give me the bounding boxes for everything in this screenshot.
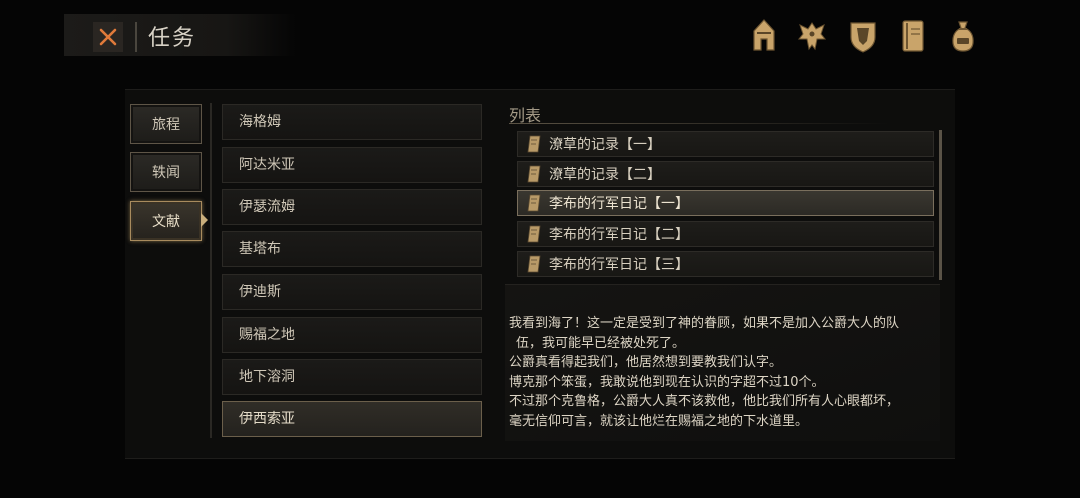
- region-item[interactable]: 伊瑟流姆: [222, 189, 482, 225]
- scroll-icon: [527, 255, 541, 273]
- document-item[interactable]: 李布的行军日记【三】: [517, 251, 934, 277]
- pouch-icon[interactable]: [948, 17, 978, 55]
- close-button[interactable]: [92, 21, 124, 53]
- text-line: 伍，我可能早已经被处死了。: [516, 335, 686, 351]
- page-title: 任务: [148, 26, 197, 51]
- document-label: 李布的行军日记【二】: [549, 227, 689, 243]
- document-body-text: 我看到海了！这一定是受到了神的眷顾，如果不是加入公爵大人的队 伍，我可能早已经被…: [509, 314, 939, 431]
- document-item[interactable]: 李布的行军日记【二】: [517, 221, 934, 247]
- tab-label: 旅程: [152, 117, 180, 133]
- text-line: 不过那个克鲁格，公爵大人真不该救他，他比我们所有人心眼都坏，: [509, 394, 900, 409]
- close-x-icon: [93, 22, 123, 52]
- active-tab-pointer: [201, 213, 208, 227]
- scroll-icon: [527, 194, 541, 212]
- document-item[interactable]: 潦草的记录【二】: [517, 161, 934, 187]
- text-line: 公爵真看得起我们，他居然想到要教我们认字。: [509, 355, 783, 370]
- region-item[interactable]: 海格姆: [222, 104, 482, 140]
- region-item-selected[interactable]: 伊西索亚: [222, 401, 482, 437]
- region-item[interactable]: 阿达米亚: [222, 147, 482, 183]
- region-item[interactable]: 地下溶洞: [222, 359, 482, 395]
- scroll-icon: [527, 225, 541, 243]
- region-item[interactable]: 赐福之地: [222, 317, 482, 353]
- header-divider: [135, 22, 137, 52]
- region-item[interactable]: 基塔布: [222, 231, 482, 267]
- document-list-scrollbar[interactable]: [939, 130, 942, 280]
- tab-anecdotes[interactable]: 轶闻: [130, 152, 202, 192]
- scroll-icon: [527, 165, 541, 183]
- text-line: 毫无信仰可言，就该让他烂在赐福之地的下水道里。: [509, 413, 809, 429]
- tab-label: 轶闻: [152, 165, 180, 181]
- scroll-icon: [527, 135, 541, 153]
- document-label: 潦草的记录【一】: [549, 137, 661, 153]
- document-label: 李布的行军日记【三】: [549, 257, 689, 273]
- tab-documents[interactable]: 文献: [130, 201, 202, 241]
- document-label: 李布的行军日记【一】: [549, 196, 689, 212]
- list-divider: [210, 103, 212, 438]
- document-item-selected[interactable]: 李布的行军日记【一】: [517, 190, 934, 216]
- region-item[interactable]: 伊迪斯: [222, 274, 482, 310]
- tab-label: 文献: [152, 214, 180, 230]
- heading-rule: [509, 123, 889, 124]
- tab-journey[interactable]: 旅程: [130, 104, 202, 144]
- text-line: 博克那个笨蛋，我敢说他到现在认识的字超不过10个。: [509, 374, 825, 390]
- text-line: 我看到海了！这一定是受到了神的眷顾，如果不是加入公爵大人的队: [509, 316, 900, 331]
- document-label: 潦草的记录【二】: [549, 167, 661, 183]
- bird-crest-icon[interactable]: [797, 17, 827, 55]
- journal-icon[interactable]: [898, 17, 928, 55]
- helmet-icon[interactable]: [749, 17, 779, 55]
- document-item[interactable]: 潦草的记录【一】: [517, 131, 934, 157]
- shield-crest-icon[interactable]: [848, 17, 878, 55]
